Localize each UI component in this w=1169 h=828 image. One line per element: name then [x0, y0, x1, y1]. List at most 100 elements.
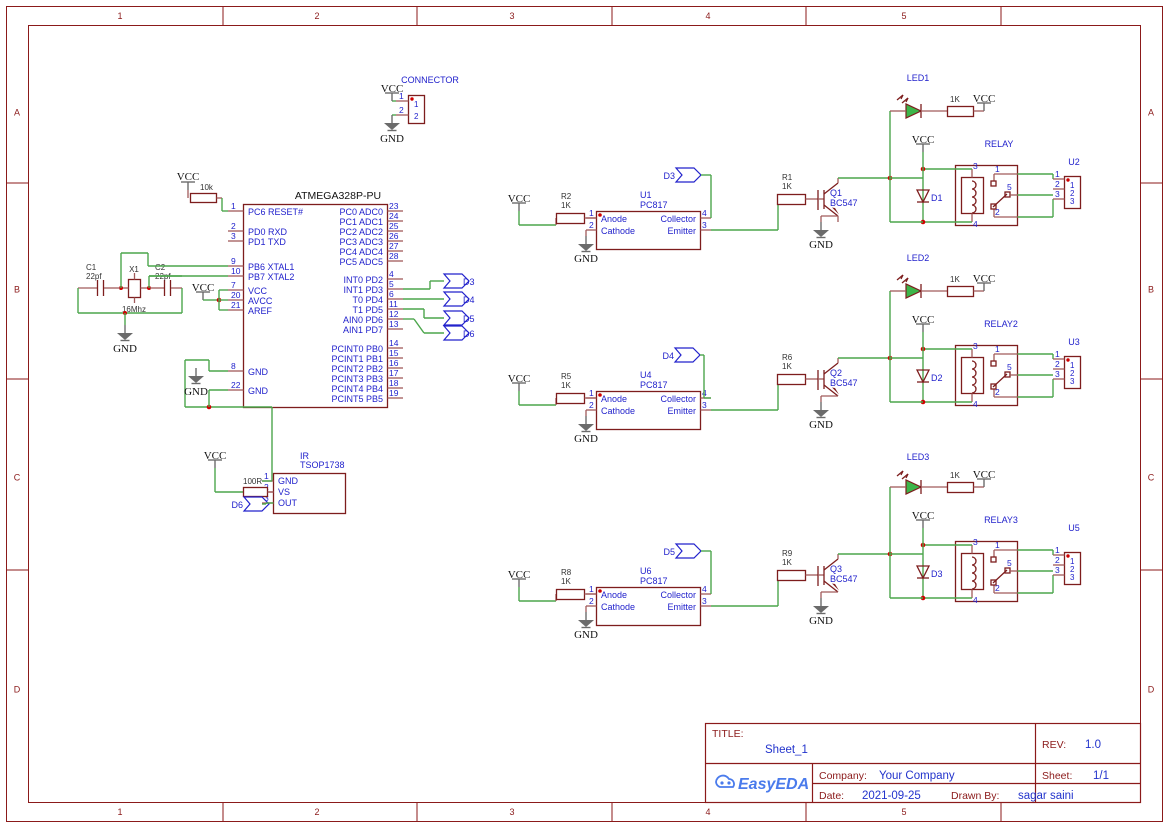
svg-text:2: 2: [1055, 555, 1060, 565]
mcu-pin-num-11: 11: [389, 299, 398, 309]
zone-right-c: C: [1148, 472, 1155, 482]
easyeda-logo: EasyEDA: [716, 776, 809, 793]
schematic-sheet: 1 2 3 4 5 1 2 3 4 5 A B C D A B C D CONN…: [0, 0, 1169, 828]
u5-pinlabel-3: 3: [1070, 573, 1075, 582]
gnd-label-q1: GND: [809, 239, 833, 251]
mcu-ground-network[interactable]: GND: [184, 360, 272, 481]
u1-pin-cathode: Cathode: [601, 226, 635, 236]
capacitor-c1[interactable]: C1 22pf: [78, 263, 120, 296]
svg-text:1: 1: [1055, 349, 1060, 359]
transistor-q1[interactable]: Q1 BC547 GND: [809, 178, 857, 251]
mcu-pin-label-25: PC2 ADC2: [339, 227, 383, 237]
led-3[interactable]: LED3 1K VCC: [890, 452, 995, 494]
u6-part: PC817: [640, 576, 668, 586]
title-label: TITLE:: [712, 728, 744, 740]
zone-left-a: A: [14, 107, 20, 117]
vcc-label-led3: VCC: [973, 469, 996, 481]
relay1-coil-pin-4: 4: [973, 219, 978, 229]
transistor-q3[interactable]: Q3 BC547 GND: [809, 554, 857, 627]
u1-designator: U1: [640, 190, 652, 200]
mcu-pin-num-24: 24: [389, 211, 399, 221]
relay3-coil-pin-4: 4: [973, 595, 978, 605]
relay1-contact-pin-1: 1: [995, 164, 1000, 174]
mcu-pin-label-13: AIN1 PD7: [343, 325, 383, 335]
resistor-r8: [557, 590, 585, 600]
sheet-label: Sheet:: [1042, 770, 1072, 782]
component-mcu[interactable]: ATMEGA328P-PU PC6 RESET# 1 PD0 RXD 2 PD1…: [228, 190, 403, 408]
relay-1[interactable]: RELAY 3 4 VCC D1 1: [890, 134, 1053, 229]
mcu-pin-num-23: 23: [389, 201, 399, 211]
relay-2[interactable]: RELAY2 3 4 VCC D2 1 2: [890, 314, 1053, 409]
transistor-q2[interactable]: Q2 BC547 GND: [809, 358, 857, 431]
u6-pin-emitter: Emitter: [667, 602, 696, 612]
net-label-d6-mcu-text: D6: [463, 329, 475, 339]
net-label-d3-ch1-text: D3: [663, 171, 675, 181]
r5-value: 1K: [561, 381, 571, 390]
vcc-label-relay3: VCC: [912, 510, 935, 522]
resistor-reset-value: 10k: [200, 183, 214, 192]
mcu-pin-label-8: GND: [248, 367, 269, 377]
component-connector[interactable]: CONNECTOR 1 2 1 2 VCC GND: [380, 75, 459, 145]
component-ir-receiver[interactable]: IR TSOP1738 GND VS OUT 1 2 3 VCC 100R D6: [204, 450, 346, 514]
zone-right-a: A: [1148, 107, 1154, 117]
net-label-d5-ch3-text: D5: [663, 547, 675, 557]
mcu-pin-num-28: 28: [389, 251, 399, 261]
resistor-r1: [778, 195, 806, 205]
mcu-pin-label-21: AREF: [248, 306, 273, 316]
u6-pin-collector: Collector: [660, 590, 696, 600]
mcu-pin-label-18: PCINT4 PB4: [331, 384, 383, 394]
capacitor-c2[interactable]: C2 22pf: [150, 263, 182, 296]
mcu-pin-num-21: 21: [231, 300, 241, 310]
u4-part: PC817: [640, 380, 668, 390]
c1-designator: C1: [86, 263, 97, 272]
rev-label: REV:: [1042, 739, 1066, 751]
connector-pinlabel-1: 1: [414, 100, 419, 109]
ir-pin-label-3: OUT: [278, 498, 298, 508]
date-value: 2021-09-25: [862, 790, 921, 802]
u4-pin-anode: Anode: [601, 394, 627, 404]
relay2-contact-pin-5: 5: [1007, 362, 1012, 372]
vcc-label-r8: VCC: [508, 569, 531, 581]
crystal-network[interactable]: X1 16Mhz C1 22pf C2 22pf: [78, 253, 228, 355]
mcu-pin-label-24: PC1 ADC1: [339, 217, 383, 227]
connector-u3[interactable]: U3 1 2 3 1 2 3: [1053, 337, 1081, 389]
reset-pullup-network[interactable]: VCC 10k: [177, 171, 228, 211]
connector-u5[interactable]: U5 1 2 3 1 2 3: [1053, 523, 1081, 585]
led-2[interactable]: LED2 1K VCC: [890, 253, 995, 298]
drawn-by-value: sagar saini: [1018, 790, 1074, 802]
resistor-led2-value: 1K: [950, 275, 960, 284]
zone-right-b: B: [1148, 284, 1154, 294]
ir-pin-num-1: 1: [264, 471, 269, 481]
zone-top-2: 2: [314, 11, 319, 21]
mcu-power-network[interactable]: VCC: [192, 282, 228, 310]
mcu-net-labels[interactable]: D3 D4 D5 D6: [403, 274, 475, 340]
channel-3[interactable]: VCC R8 1K U6 PC817 Anode Cathode Collect…: [508, 452, 1081, 641]
date-label: Date:: [819, 790, 844, 802]
mcu-pin-label-1: PC6 RESET#: [248, 207, 303, 217]
u5-designator: U5: [1068, 523, 1080, 533]
vcc-label-led2: VCC: [973, 273, 996, 285]
channel-2[interactable]: VCC R5 1K U4 PC817 Anode Cathode Collect…: [508, 253, 1081, 445]
net-label-d5-mcu[interactable]: D5: [403, 309, 475, 325]
d3-designator: D3: [931, 569, 943, 579]
led-1[interactable]: LED1 1K VCC: [890, 73, 995, 118]
net-label-d4-ch2[interactable]: D4: [662, 348, 711, 398]
net-label-d3-mcu[interactable]: D3: [403, 274, 475, 289]
mcu-pin-num-20: 20: [231, 290, 241, 300]
connector-u2[interactable]: U2 1 2 3 1 2 3: [1053, 157, 1081, 209]
r1-designator: R1: [782, 173, 793, 182]
vcc-label-led1: VCC: [973, 93, 996, 105]
r2-value: 1K: [561, 201, 571, 210]
title-block[interactable]: TITLE: Sheet_1 REV: 1.0 Company: Your Co…: [706, 724, 1141, 803]
net-label-d4-mcu[interactable]: D4: [403, 292, 475, 306]
relay-3[interactable]: RELAY3 3 4 VCC D3 1 2: [890, 510, 1053, 605]
u6-pin-num-1: 1: [589, 584, 594, 594]
relay2-designator: RELAY2: [984, 319, 1018, 329]
channel-1[interactable]: VCC R2 1K U1 PC817 Anode Cathode Collect…: [508, 73, 1081, 265]
r8-value: 1K: [561, 577, 571, 586]
mcu-pin-label-19: PCINT5 PB5: [331, 394, 383, 404]
mcu-pin-num-8: 8: [231, 361, 236, 371]
vcc-label-r2: VCC: [508, 193, 531, 205]
mcu-part-label: ATMEGA328P-PU: [295, 190, 381, 202]
u1-pin-collector: Collector: [660, 214, 696, 224]
